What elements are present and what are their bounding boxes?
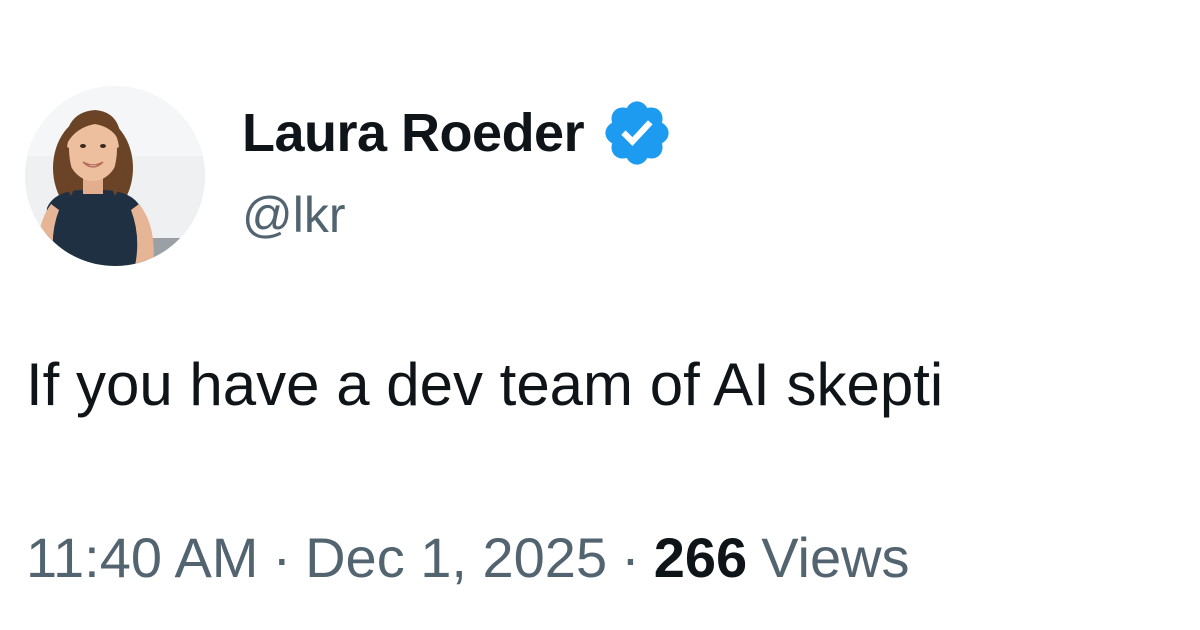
views-label: Views [761, 525, 910, 589]
separator: · [621, 525, 640, 589]
tweet-text: If you have a dev team of AI skepti [26, 351, 944, 418]
author-handle[interactable]: @lkr [242, 186, 346, 244]
separator: · [272, 525, 292, 589]
verified-badge-icon[interactable] [600, 96, 674, 170]
avatar[interactable] [25, 86, 205, 266]
tweet-card: Laura Roeder @lkr If you have a dev team… [0, 0, 1200, 630]
display-name[interactable]: Laura Roeder [242, 102, 585, 164]
author-row: Laura Roeder [242, 98, 674, 168]
avatar-photo [25, 86, 205, 266]
tweet-time[interactable]: 11:40 AM [26, 525, 258, 590]
tweet-date[interactable]: Dec 1, 2025 [305, 525, 607, 590]
views-count[interactable]: 266 [654, 525, 747, 590]
tweet-meta: 11:40 AM · Dec 1, 2025 · 266 Views [26, 522, 910, 592]
